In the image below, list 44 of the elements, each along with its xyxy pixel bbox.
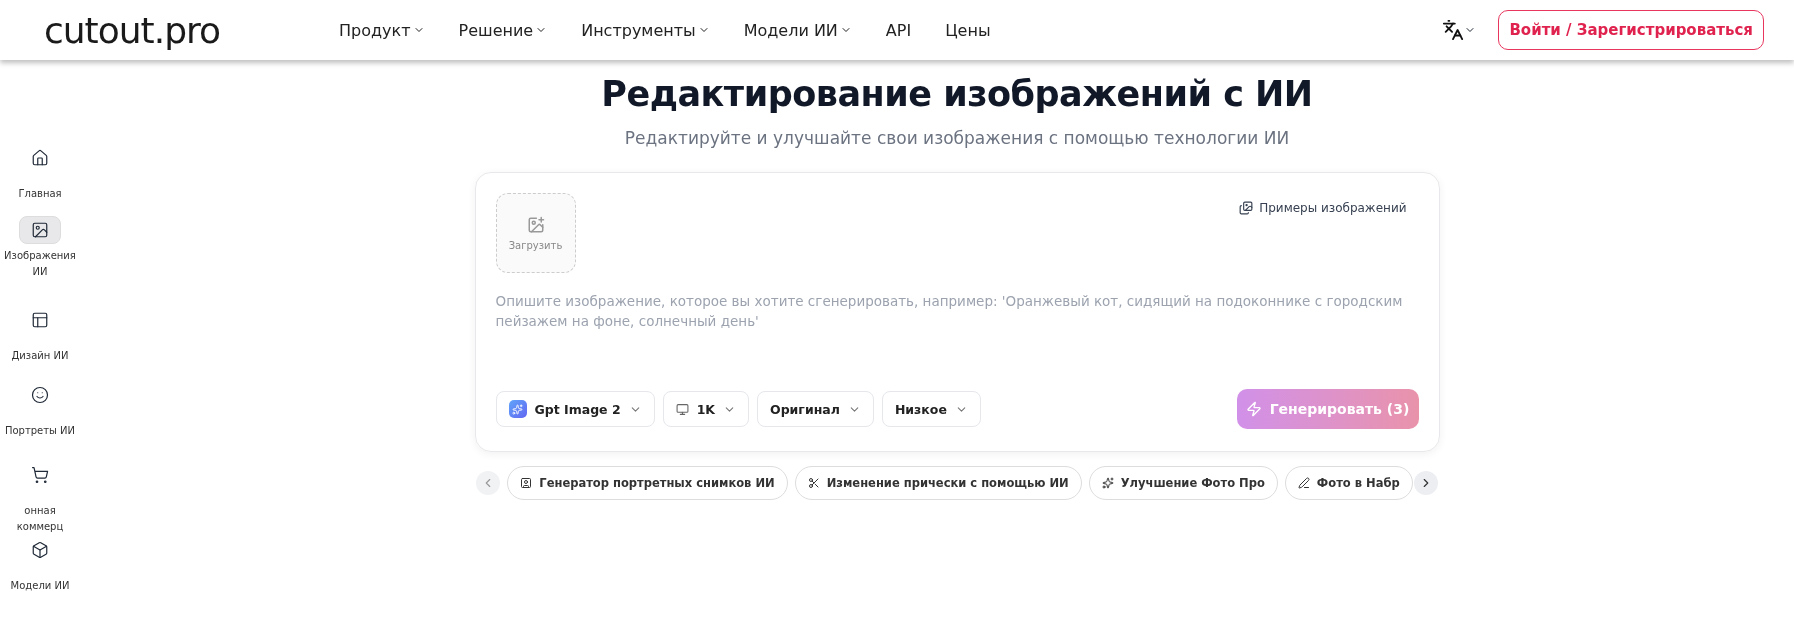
sidebar-label: Дизайн ИИ <box>11 349 69 363</box>
home-icon <box>31 149 49 167</box>
nav-link[interactable]: Решение <box>458 20 548 40</box>
option-dropdown[interactable]: 1K <box>662 391 749 427</box>
nav-link[interactable]: Модели ИИ <box>743 20 852 40</box>
nav-link[interactable]: Продукт <box>339 20 425 40</box>
layout-icon <box>31 311 49 329</box>
sidebar-item[interactable] <box>19 216 61 244</box>
image-icon <box>31 221 49 239</box>
portrait-icon <box>520 477 533 489</box>
nav-link[interactable]: API <box>885 20 912 40</box>
face-icon <box>31 386 49 404</box>
sidebar-label: Модели ИИ <box>10 579 70 593</box>
cart-icon <box>31 466 49 484</box>
nav-link[interactable]: Цены <box>945 20 991 40</box>
tool-chip[interactable]: Генератор портретных снимков ИИ <box>507 466 788 500</box>
nav-link[interactable]: Инструменты <box>581 20 710 40</box>
lightning-icon <box>1245 401 1262 417</box>
pen-icon <box>1297 477 1310 489</box>
scissors-icon <box>807 477 820 489</box>
monitor-icon <box>675 402 689 416</box>
option-dropdown[interactable]: Низкое <box>881 391 981 427</box>
tool-chip[interactable]: Изменение прически с помощью ИИ <box>794 466 1082 500</box>
login-button[interactable]: Войти / Зарегистрироваться <box>1498 10 1764 50</box>
upload-button[interactable]: Загрузить <box>495 193 576 273</box>
translate-icon[interactable] <box>1442 19 1465 41</box>
scroll-right-button[interactable] <box>1413 471 1438 495</box>
page-subtitle: Редактируйте и улучшайте свои изображения с помощью технологии ИИ <box>624 128 1290 148</box>
sidebar-label: Изображения ИИ <box>3 249 77 279</box>
image-plus-icon <box>526 215 545 234</box>
page-title: Редактирование изображений с ИИ <box>601 74 1313 114</box>
examples-link[interactable]: Примеры изображений <box>1239 193 1407 223</box>
logo[interactable]: cutout.pro <box>44 9 339 51</box>
model-icon <box>508 400 527 418</box>
sparkle-icon <box>1101 477 1114 489</box>
images-icon <box>1239 201 1254 215</box>
sidebar-label: Главная <box>18 187 62 201</box>
option-dropdown[interactable]: Оригинал <box>757 391 874 427</box>
tool-chip[interactable]: Фото в Набр <box>1284 466 1413 500</box>
sidebar-label: Портреты ИИ <box>4 424 76 438</box>
cube-icon <box>31 541 49 559</box>
tool-chip[interactable]: Улучшение Фото Про <box>1088 466 1278 500</box>
option-dropdown[interactable]: Gpt Image 2 <box>495 391 655 427</box>
sidebar-label: онная коммерц <box>15 504 65 534</box>
